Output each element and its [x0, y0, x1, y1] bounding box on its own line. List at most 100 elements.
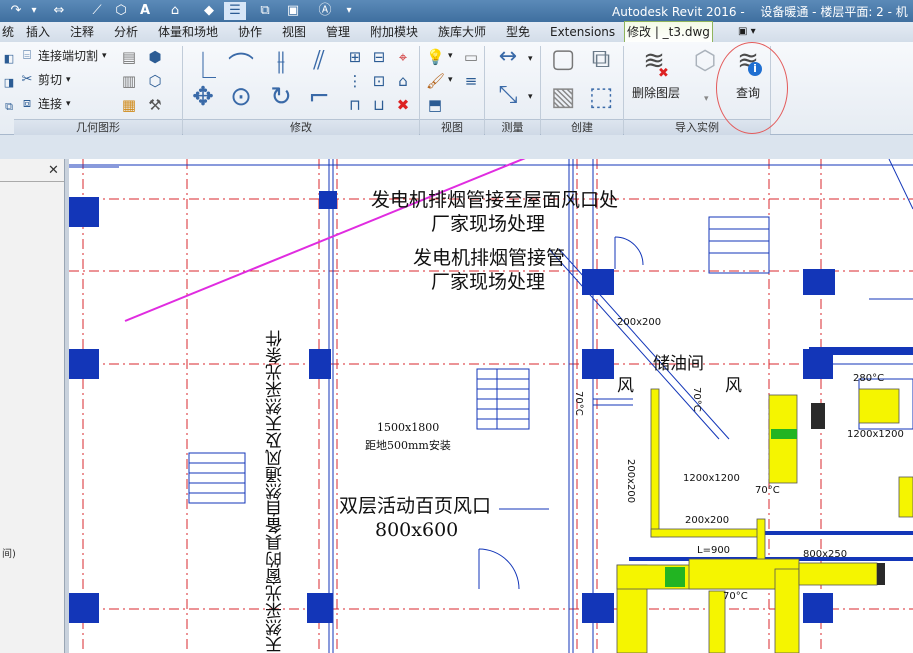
damper-temp-label: 70°C	[723, 591, 748, 602]
create-parts-icon[interactable]: ▧	[546, 82, 580, 112]
remove-paint-icon[interactable]: ⬡	[146, 72, 164, 90]
measure-between-icon[interactable]: ↔	[488, 44, 528, 69]
properties-panel: ✕ 间)	[0, 159, 65, 653]
tab-family-master[interactable]: 族库大师	[436, 22, 488, 42]
paintbrush-icon[interactable]: 🖌	[426, 72, 445, 90]
window-title: Autodesk Revit 2016 - 设备暖通 - 楼层平面: 2 - 机	[612, 3, 908, 20]
tag-icon[interactable]: ⬡	[112, 2, 130, 20]
unpin-icon[interactable]: ⌖	[394, 48, 412, 66]
redo-icon[interactable]: ↷	[6, 2, 26, 20]
document-title: 设备暖通 - 楼层平面: 2 - 机	[760, 5, 908, 19]
panel-label-create: 创建	[541, 119, 623, 135]
tab-manage[interactable]: 管理	[324, 22, 352, 42]
annotation-arrow	[124, 159, 526, 322]
panel-label-modify: 修改	[183, 119, 419, 135]
tab-annotate[interactable]: 注释	[68, 22, 96, 42]
create-similar-icon[interactable]: ⬚	[584, 82, 618, 112]
scale-icon[interactable]: ⊡	[370, 72, 388, 90]
tool-fragment-icon[interactable]: ⧉	[0, 98, 18, 116]
tool-fragment-icon[interactable]: ◧	[0, 50, 18, 68]
text-style-icon[interactable]: Ⓐ	[314, 2, 336, 20]
mirror-axis-icon[interactable]: ⫲	[266, 46, 296, 77]
paint-icon[interactable]: ⬢	[146, 48, 164, 66]
tab-analyze[interactable]: 分析	[112, 22, 140, 42]
create-assembly-icon[interactable]: ▢	[546, 44, 580, 74]
explode-icon[interactable]: ⬡	[690, 46, 720, 76]
ribbon-tabs: 统 插入 注释 分析 体量和场地 协作 视图 管理 附加模块 族库大师 型免 E…	[0, 21, 913, 43]
duct-size-label: 1200x1200	[847, 429, 904, 440]
duct-size-label: 200x200	[685, 515, 730, 526]
tab-extensions[interactable]: Extensions	[548, 22, 617, 42]
truncated-text: 间)	[2, 549, 16, 560]
align-icon[interactable]: ⎿	[188, 46, 218, 83]
selection-box-icon[interactable]: ⬒	[426, 96, 444, 114]
split-gap-icon[interactable]: ⊟	[370, 48, 388, 66]
trim-single-icon[interactable]: ⊓	[346, 96, 364, 114]
create-group-icon[interactable]: ⧉	[584, 44, 618, 75]
move-icon[interactable]: ✥	[188, 82, 218, 112]
duct-size-label: 800x250	[803, 549, 848, 560]
drawing-note: 1500x1800	[377, 421, 440, 434]
highlight-circle-annotation	[716, 42, 788, 134]
cut-icon: ✂	[21, 72, 33, 87]
align-icon[interactable]: ⇔	[48, 2, 70, 20]
trim-icon[interactable]: ⌐	[304, 82, 334, 112]
customize-toolbar-icon[interactable]: ▾	[342, 2, 356, 20]
panel-label-view: 视图	[420, 119, 484, 135]
offset-icon[interactable]: ⌒	[226, 46, 256, 83]
tab-view[interactable]: 视图	[280, 22, 308, 42]
tool-fragment-icon[interactable]: ◨	[0, 74, 18, 92]
drawing-note-vertical: 天然采光窗的具备自然通风及天然采光条件	[266, 330, 286, 653]
override-graphics-icon[interactable]: ▭	[462, 48, 480, 66]
copy-icon[interactable]: ⊙	[226, 82, 256, 112]
damper-temp-label: 70°C	[691, 387, 702, 412]
close-icon[interactable]: ✕	[48, 163, 59, 178]
drawing-note: 风	[617, 376, 634, 396]
section-icon[interactable]: ◆	[200, 2, 218, 20]
demolish-icon[interactable]: ▦	[120, 96, 138, 114]
red-x-icon: ✖	[658, 66, 669, 81]
dropdown-icon[interactable]: ▾	[28, 2, 40, 20]
thin-lines-icon[interactable]: ☰	[224, 2, 246, 20]
aligned-dimension-icon[interactable]: ⤡	[490, 80, 526, 108]
split-element-icon[interactable]: ⊞	[346, 48, 364, 66]
switch-windows-icon[interactable]: ▣	[282, 2, 304, 20]
array-icon[interactable]: ⋮	[346, 72, 364, 90]
app-title: Autodesk Revit 2016 -	[612, 5, 745, 19]
tab-system[interactable]: 统	[0, 22, 16, 42]
drawing-canvas[interactable]: 发电机排烟管接至屋面风口处 厂家现场处理 发电机排烟管接管 厂家现场处理 储油间…	[69, 159, 913, 653]
duct-size-label: 200x200	[617, 317, 662, 328]
measure-icon[interactable]: ⟋	[88, 2, 106, 20]
text-icon[interactable]: A	[136, 2, 154, 20]
lightbulb-icon[interactable]: 💡	[426, 48, 445, 66]
rotate-icon[interactable]: ↻	[266, 82, 296, 112]
linework-icon[interactable]: ≡	[462, 72, 480, 90]
tab-modify-dwg[interactable]: 修改 | _t3.dwg	[624, 21, 713, 43]
damper-temp-label: 70°C	[573, 391, 584, 416]
drawing-note: 距地500mm安装	[365, 439, 451, 452]
delete-icon[interactable]: ✖	[394, 96, 412, 114]
close-views-icon[interactable]: ⧉	[256, 2, 274, 20]
cope-icon: ⌸	[23, 48, 31, 63]
tab-insert[interactable]: 插入	[24, 22, 52, 42]
duct-size-label: 200x200	[625, 459, 636, 504]
wall-joins-icon[interactable]: ▥	[120, 72, 138, 90]
tab-addins[interactable]: 附加模块	[368, 22, 420, 42]
drawing-note: 储油间	[653, 354, 704, 374]
tab-collaborate[interactable]: 协作	[236, 22, 264, 42]
pin-icon[interactable]: ⌂	[394, 72, 412, 90]
minimize-ribbon-icon[interactable]: ▣ ▾	[736, 22, 758, 42]
hammer-icon[interactable]: ⚒	[146, 96, 164, 114]
tab-massing-site[interactable]: 体量和场地	[156, 22, 220, 42]
drawing-note: 发电机排烟管接至屋面风口处	[371, 189, 619, 211]
cut-label: 剪切	[38, 73, 63, 87]
chevron-down-icon: ▾	[528, 54, 533, 64]
drawing-note: 发电机排烟管接管	[413, 247, 566, 269]
trim-multiple-icon[interactable]: ⊔	[370, 96, 388, 114]
3d-view-icon[interactable]: ⌂	[166, 2, 184, 20]
drawing-note: 风	[725, 376, 742, 396]
split-face-icon[interactable]: ▤	[120, 48, 138, 66]
mirror-draw-icon[interactable]: ⫽	[304, 46, 334, 77]
tab-xingmian[interactable]: 型免	[504, 22, 532, 42]
chevron-down-icon: ▾	[704, 94, 709, 104]
